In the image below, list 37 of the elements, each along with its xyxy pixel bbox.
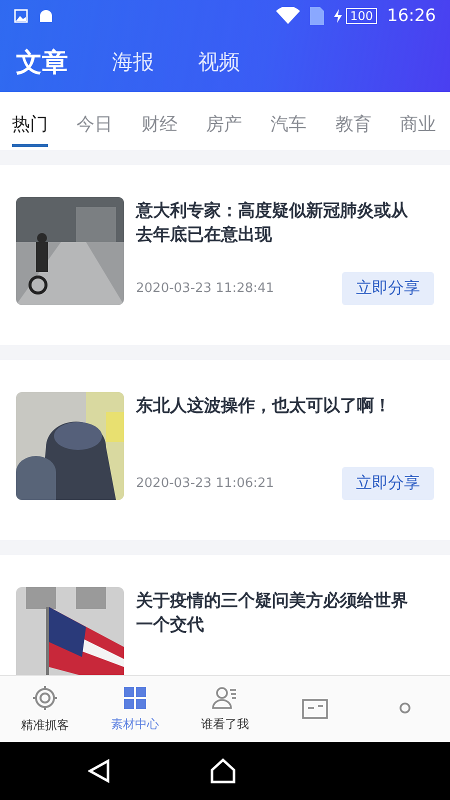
category-tab[interactable]: 汽车 [270,104,307,146]
nav-tab[interactable]: 素材中心 [95,682,175,736]
category-tab[interactable]: 商业 [400,104,436,146]
target-icon [32,684,58,710]
article-title: 意大利专家：高度疑似新冠肺炎或从去年底已在意出现 [136,200,409,247]
article-card[interactable]: 关于疫情的三个疑问美方必须给世界一个交代 [0,555,450,675]
person-icon [398,702,412,716]
article-card[interactable]: 意大利专家：高度疑似新冠肺炎或从去年底已在意出现 2020-03-23 11:28:41 立即分享 [0,165,450,345]
android-icon [38,9,54,23]
image-icon [14,9,28,23]
category-tab[interactable]: 热门 [12,104,48,146]
home-icon[interactable] [210,758,236,784]
header-tab[interactable]: 海报 [112,48,154,76]
category-tab[interactable]: 教育 [335,104,372,146]
grid-icon [123,686,147,710]
category-tab[interactable]: 今日 [76,104,113,146]
charging-icon [334,9,342,23]
share-button[interactable]: 立即分享 [342,272,434,305]
back-icon[interactable] [88,759,110,783]
nav-tab[interactable]: 谁看了我 [185,682,265,736]
person-list-icon [212,686,238,710]
share-button[interactable]: 立即分享 [342,467,434,500]
article-card[interactable]: 东北人这波操作，也太可以了啊！ 2020-03-23 11:06:21 立即分享 [0,360,450,540]
article-date: 2020-03-23 11:28:41 [136,281,274,296]
article-title: 东北人这波操作，也太可以了啊！ [136,395,392,418]
header-tab[interactable]: 文章 [16,44,68,80]
nav-tab[interactable]: 精准抓客 [5,680,85,738]
category-tab[interactable]: 房产 [206,104,242,146]
card-icon [302,698,328,720]
sim-card-icon [310,7,324,25]
header-tab[interactable]: 视频 [198,48,240,76]
article-date: 2020-03-23 11:06:21 [136,476,274,491]
clock-time: 16:26 [387,6,436,26]
battery-level: 100 [346,8,377,24]
category-tab[interactable]: 财经 [141,104,178,146]
wifi-icon [276,7,300,25]
article-title: 关于疫情的三个疑问美方必须给世界一个交代 [136,590,409,637]
